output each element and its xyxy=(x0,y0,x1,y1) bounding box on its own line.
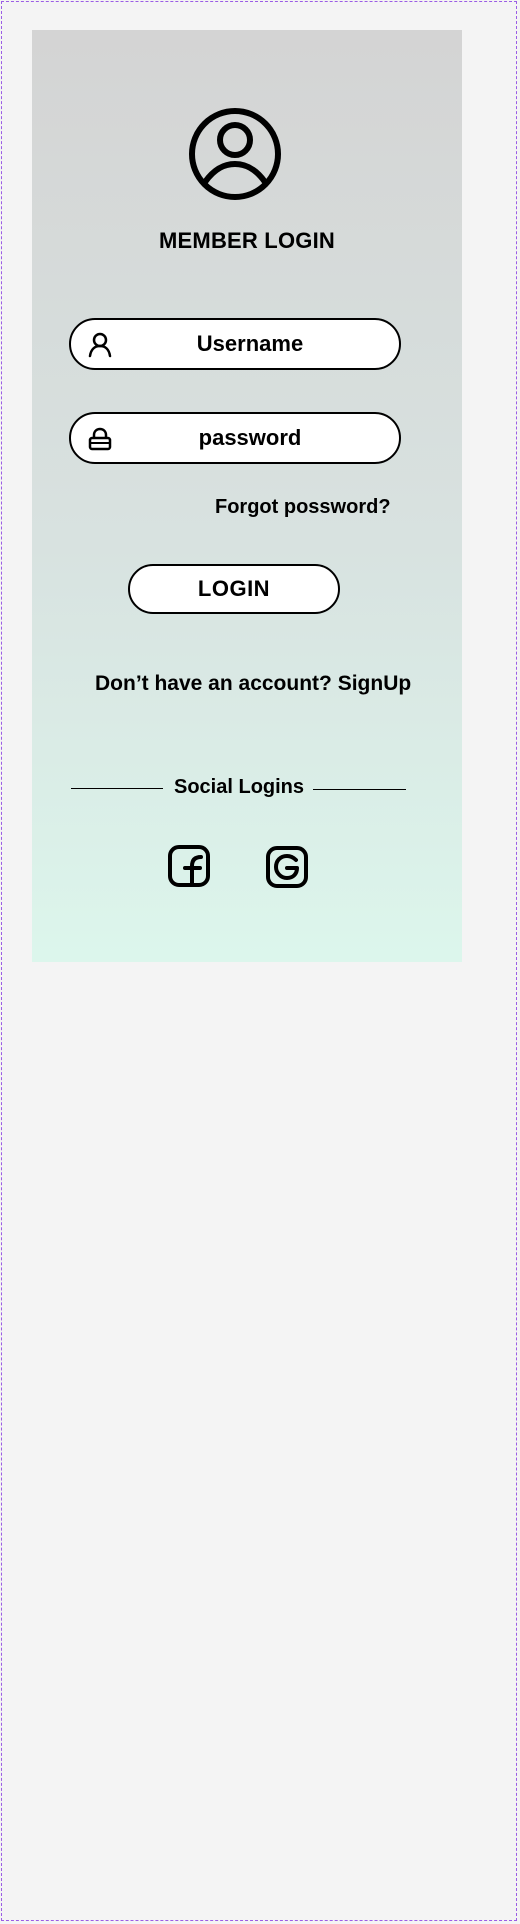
password-field[interactable] xyxy=(69,412,401,464)
social-divider-left xyxy=(71,788,163,789)
forgot-password-link[interactable]: Forgot possword? xyxy=(215,496,391,519)
signup-prompt-text: Don’t have an account? xyxy=(95,672,338,695)
lock-icon xyxy=(88,427,112,451)
social-divider-right xyxy=(313,789,406,790)
signup-prompt-line: Don’t have an account? SignUp xyxy=(95,672,411,696)
username-input[interactable] xyxy=(119,328,381,360)
login-button[interactable]: LOGIN xyxy=(128,564,340,614)
user-icon xyxy=(88,332,112,358)
page-title: MEMBER LOGIN xyxy=(159,228,335,253)
facebook-icon[interactable] xyxy=(167,844,211,888)
username-field[interactable] xyxy=(69,318,401,370)
user-circle-icon xyxy=(189,108,281,200)
password-input[interactable] xyxy=(119,422,381,454)
google-icon[interactable] xyxy=(265,845,309,889)
signup-link[interactable]: SignUp xyxy=(338,672,412,695)
social-logins-title: Social Logins xyxy=(174,776,305,798)
